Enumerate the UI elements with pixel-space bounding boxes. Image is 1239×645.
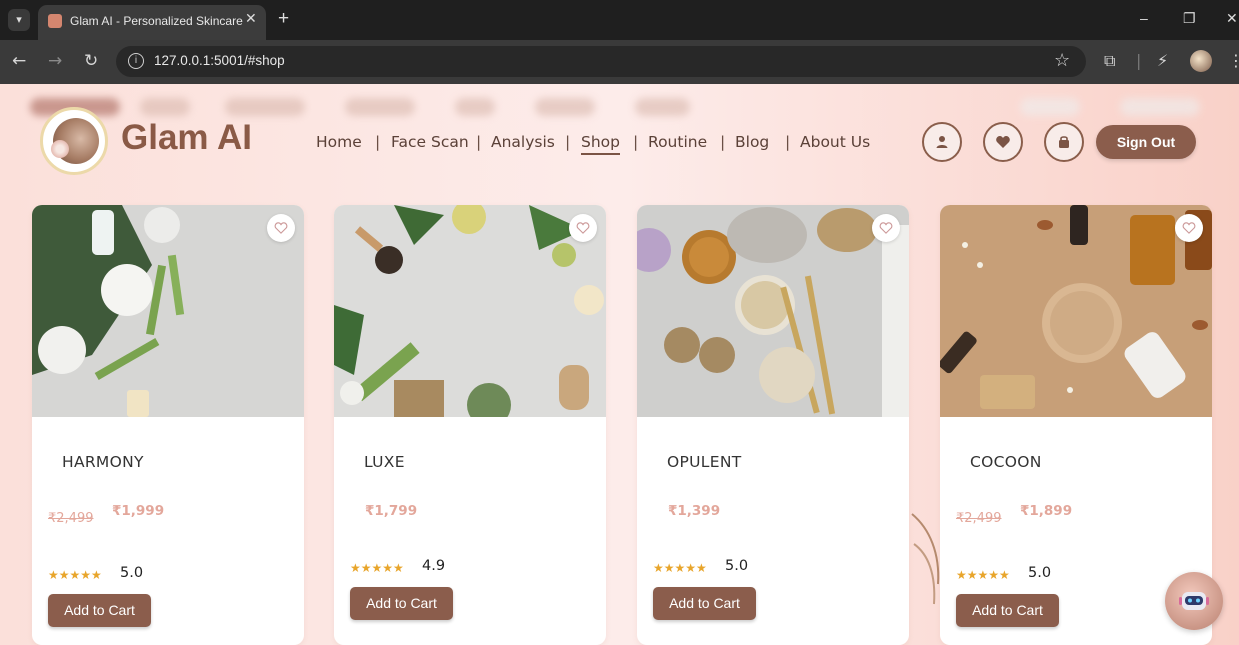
rating-value: 4.9 <box>422 558 446 574</box>
sign-out-button[interactable]: Sign Out <box>1096 125 1196 159</box>
heart-outline-icon <box>1182 222 1196 234</box>
extensions-icon[interactable]: ⧉ <box>1104 51 1115 71</box>
restore-icon[interactable]: ❐ <box>1183 10 1196 27</box>
browser-tab[interactable]: Glam AI - Personalized Skincare ✕ <box>38 5 266 40</box>
star-rating: ★★★★★ <box>653 561 707 575</box>
close-window-icon[interactable]: ✕ <box>1226 10 1238 27</box>
new-tab-icon[interactable]: + <box>278 8 289 30</box>
logo-flower-icon <box>51 140 69 158</box>
product-card-opulent[interactable]: OPULENT ₹1,399 ★★★★★ 5.0 Add to Cart <box>637 205 909 645</box>
wishlist-toggle[interactable] <box>267 214 295 242</box>
heart-outline-icon <box>879 222 893 234</box>
page-content: Glam AI Home | Face Scan | Analysis | Sh… <box>0 84 1239 645</box>
wishlist-toggle[interactable] <box>872 214 900 242</box>
tab-search-icon[interactable]: ▾ <box>8 9 30 31</box>
original-price: ₹2,499 <box>956 511 1002 526</box>
nav-separator: | <box>375 133 381 151</box>
bag-icon <box>1059 136 1069 148</box>
heart-outline-icon <box>576 222 590 234</box>
star-rating: ★★★★★ <box>350 561 404 575</box>
cart-button[interactable] <box>1044 122 1084 162</box>
rating-value: 5.0 <box>120 565 144 581</box>
nav-separator: | <box>785 133 791 151</box>
product-name: HARMONY <box>62 453 144 471</box>
nav-separator: | <box>565 133 571 151</box>
add-to-cart-button[interactable]: Add to Cart <box>653 587 756 620</box>
url-field[interactable]: i 127.0.0.1:5001/#shop ☆ <box>116 46 1086 77</box>
brand-name[interactable]: Glam AI <box>121 118 252 158</box>
nav-separator: | <box>633 133 639 151</box>
product-name: COCOON <box>970 453 1042 471</box>
bookmark-star-icon[interactable]: ☆ <box>1054 50 1070 71</box>
sale-price: ₹1,399 <box>668 503 721 519</box>
product-image[interactable] <box>940 205 1212 417</box>
wishlist-toggle[interactable] <box>569 214 597 242</box>
browser-tab-bar: ▾ Glam AI - Personalized Skincare ✕ + – … <box>0 0 1239 40</box>
nav-face-scan[interactable]: Face Scan <box>391 133 469 151</box>
original-price: ₹2,499 <box>48 511 94 526</box>
sale-price: ₹1,899 <box>1020 503 1073 519</box>
favicon-icon <box>48 14 62 28</box>
product-name: OPULENT <box>667 453 742 471</box>
menu-icon[interactable]: ⋮ <box>1228 51 1239 70</box>
reload-icon[interactable]: ↻ <box>84 51 98 71</box>
url-text: 127.0.0.1:5001/#shop <box>154 53 285 68</box>
nav-home[interactable]: Home <box>316 133 362 151</box>
back-icon[interactable]: ← <box>12 51 26 71</box>
nav-shop[interactable]: Shop <box>581 133 620 155</box>
add-to-cart-button[interactable]: Add to Cart <box>350 587 453 620</box>
site-header: Glam AI Home | Face Scan | Analysis | Sh… <box>0 84 1239 202</box>
heart-outline-icon <box>274 222 288 234</box>
nav-separator: | <box>720 133 726 151</box>
wishlist-toggle[interactable] <box>1175 214 1203 242</box>
nav-separator: | <box>476 133 482 151</box>
nav-routine[interactable]: Routine <box>648 133 707 151</box>
sale-price: ₹1,799 <box>365 503 418 519</box>
close-tab-icon[interactable]: ✕ <box>245 11 257 27</box>
product-image[interactable] <box>637 205 909 417</box>
star-rating: ★★★★★ <box>48 568 102 582</box>
forward-icon[interactable]: → <box>48 51 62 71</box>
nav-about-us[interactable]: About Us <box>800 133 870 151</box>
add-to-cart-button[interactable]: Add to Cart <box>48 594 151 627</box>
site-info-icon[interactable]: i <box>128 53 144 69</box>
leaf-decoration-icon <box>911 513 940 605</box>
robot-icon <box>1179 592 1209 610</box>
add-to-cart-button[interactable]: Add to Cart <box>956 594 1059 627</box>
rating-value: 5.0 <box>1028 565 1052 581</box>
tab-title: Glam AI - Personalized Skincare <box>70 14 243 28</box>
wishlist-button[interactable] <box>983 122 1023 162</box>
logo[interactable] <box>40 107 108 175</box>
star-rating: ★★★★★ <box>956 568 1010 582</box>
rating-value: 5.0 <box>725 558 749 574</box>
user-icon <box>936 136 948 148</box>
minimize-icon[interactable]: – <box>1140 10 1148 26</box>
product-card-harmony[interactable]: HARMONY ₹2,499 ₹1,999 ★★★★★ 5.0 Add to C… <box>32 205 304 645</box>
profile-avatar[interactable] <box>1190 50 1212 72</box>
profile-button[interactable] <box>922 122 962 162</box>
product-card-luxe[interactable]: LUXE ₹1,799 ★★★★★ 4.9 Add to Cart <box>334 205 606 645</box>
product-image[interactable] <box>334 205 606 417</box>
nav-blog[interactable]: Blog <box>735 133 769 151</box>
address-bar: ← → ↻ i 127.0.0.1:5001/#shop ☆ ⧉ | ⚡ ⋮ <box>0 40 1239 84</box>
product-name: LUXE <box>364 453 405 471</box>
heart-icon <box>996 136 1010 148</box>
nav-analysis[interactable]: Analysis <box>491 133 555 151</box>
performance-icon[interactable]: ⚡ <box>1157 51 1168 70</box>
chatbot-button[interactable] <box>1165 572 1223 630</box>
product-image[interactable] <box>32 205 304 417</box>
toolbar-divider: | <box>1136 51 1142 70</box>
sale-price: ₹1,999 <box>112 503 165 519</box>
